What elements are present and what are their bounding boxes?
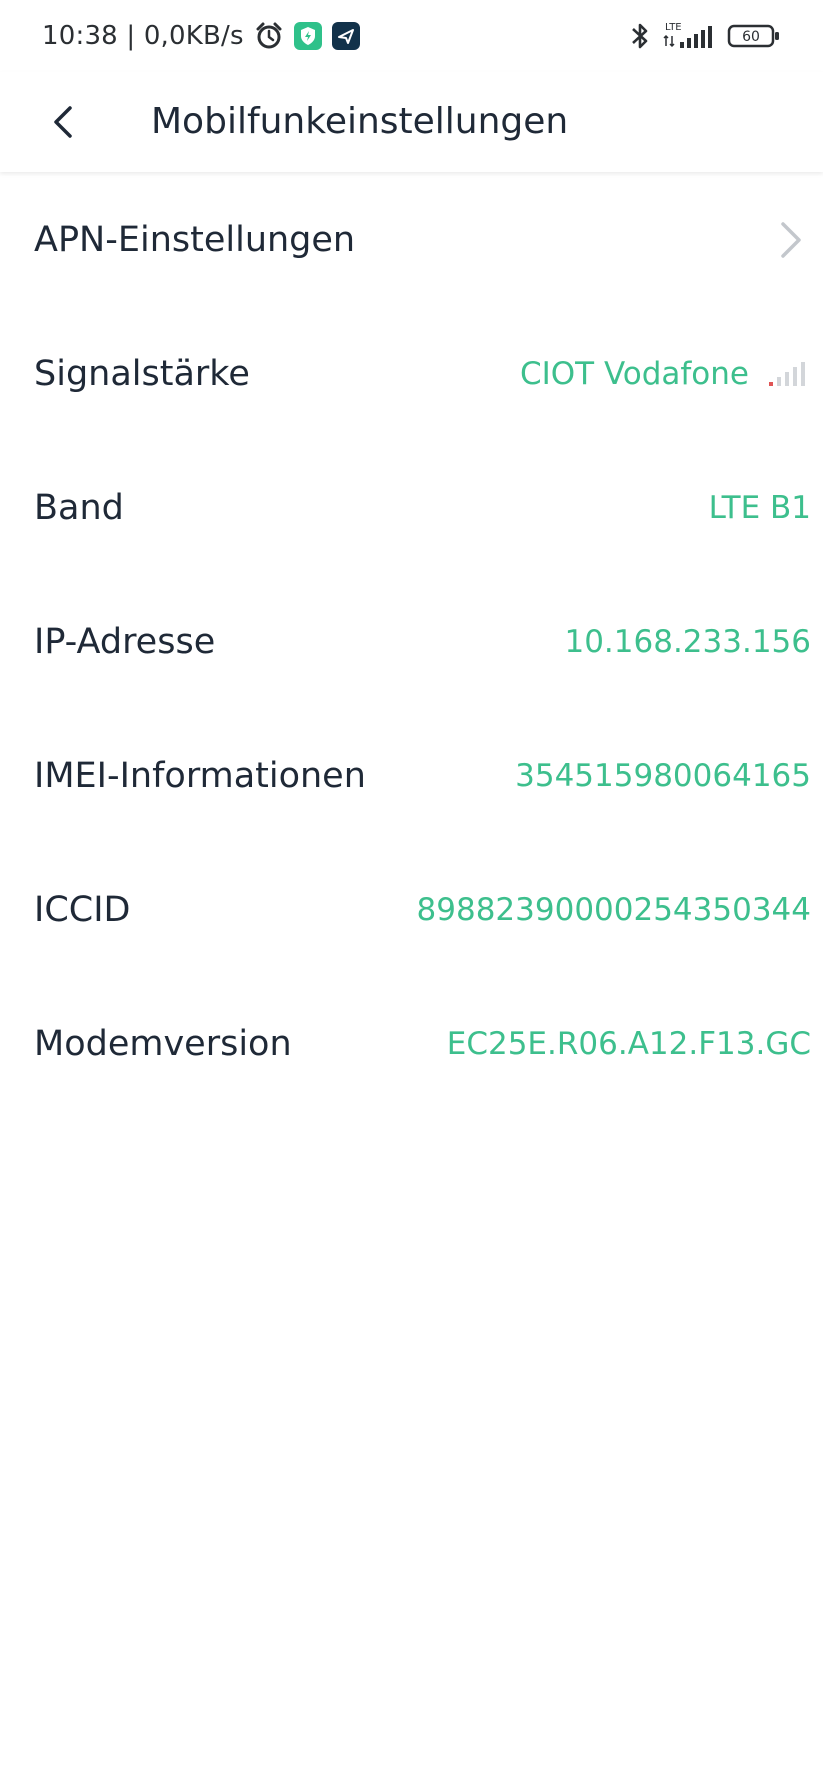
status-left: 10:38 | 0,0KB/s [42,21,360,51]
paper-plane-app-icon [331,22,360,50]
back-arrow-icon [54,106,72,138]
chevron-right-icon [771,216,811,264]
ip-address-label: IP-Adresse [34,622,216,662]
band-value: LTE B1 [708,490,811,526]
imei-value: 354515980064165 [515,758,811,794]
page-title: Mobilfunkeinstellungen [151,101,569,142]
apn-settings-row[interactable]: APN-Einstellungen [0,173,823,307]
ip-address-value: 10.168.233.156 [564,624,811,660]
back-button[interactable] [36,94,92,150]
signal-strength-value-wrap: CIOT Vodafone [520,356,811,392]
status-time-speed: 10:38 | 0,0KB/s [42,21,244,51]
band-label: Band [34,488,124,528]
signal-strength-label: Signalstärke [34,354,250,394]
carrier-name: CIOT Vodafone [519,356,749,392]
network-type-label: LTE [665,22,682,33]
signal-strength-row: Signalstärke CIOT Vodafone [0,307,823,441]
shield-app-icon [293,22,322,50]
iccid-value: 89882390000254350344 [416,892,811,928]
imei-label: IMEI-Informationen [34,756,366,796]
status-bar: 10:38 | 0,0KB/s LTE 60 [0,0,823,72]
modem-version-label: Modemversion [34,1024,292,1064]
iccid-row: ICCID 89882390000254350344 [0,843,823,977]
settings-list: APN-Einstellungen Signalstärke CIOT Voda… [0,173,823,1111]
modem-version-row: Modemversion EC25E.R06.A12.F13.GC [0,977,823,1111]
imei-row: IMEI-Informationen 354515980064165 [0,709,823,843]
ip-address-row: IP-Adresse 10.168.233.156 [0,575,823,709]
alarm-clock-icon [254,21,284,51]
band-row: Band LTE B1 [0,441,823,575]
apn-settings-label: APN-Einstellungen [34,220,356,260]
signal-strength-icon [769,362,805,386]
iccid-label: ICCID [34,890,131,930]
status-right: LTE 60 [629,20,781,52]
bluetooth-icon [629,20,651,52]
modem-version-value: EC25E.R06.A12.F13.GC [446,1026,811,1062]
cell-signal-icon: LTE [661,20,717,52]
battery-icon: 60 [727,22,781,50]
app-header: Mobilfunkeinstellungen [0,72,823,172]
battery-level: 60 [742,29,760,45]
